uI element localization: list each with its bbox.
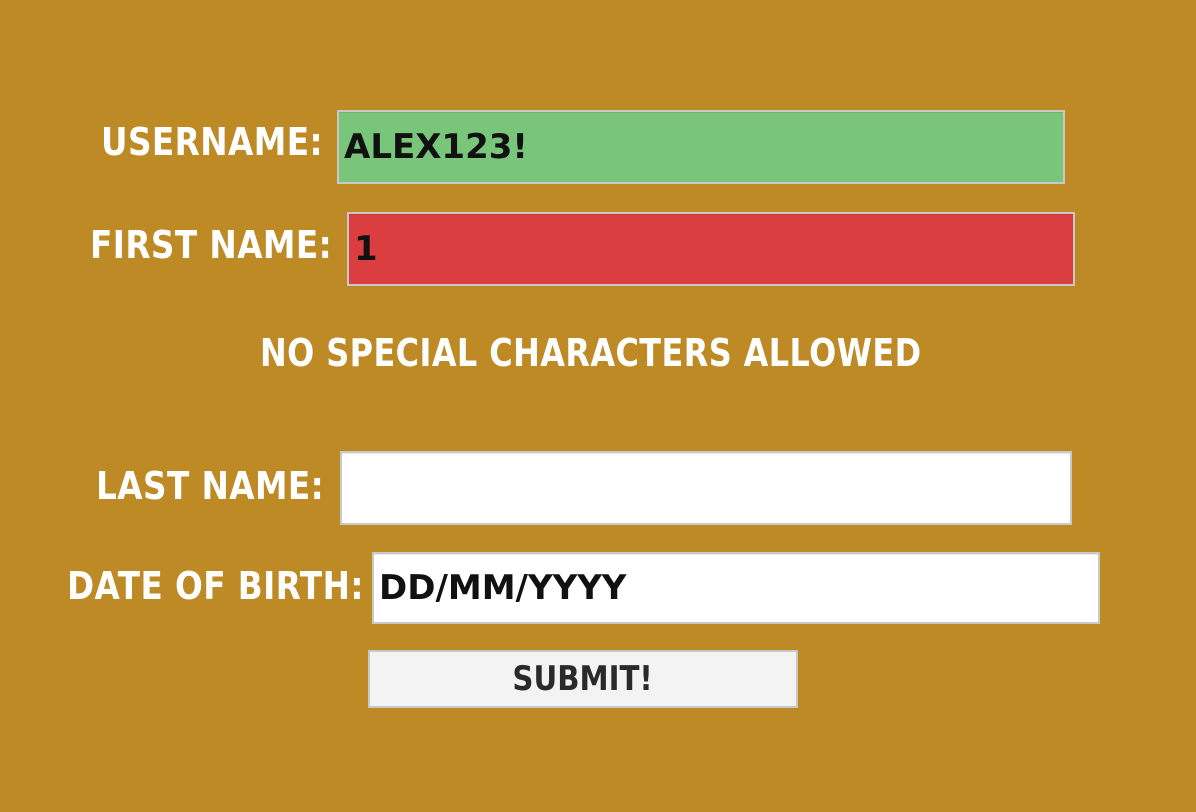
last-name-field[interactable]	[340, 451, 1072, 525]
submit-button-label: SUBMIT!	[512, 659, 654, 699]
first-name-field[interactable]	[347, 212, 1075, 286]
first-name-error-message: NO SPECIAL CHARACTERS ALLOWED	[0, 334, 1196, 372]
submit-button[interactable]: SUBMIT!	[368, 650, 798, 708]
first-name-label: FIRST NAME:	[90, 223, 333, 267]
date-of-birth-label: DATE OF BIRTH:	[67, 564, 364, 608]
date-of-birth-field[interactable]	[372, 552, 1100, 624]
username-label: USERNAME:	[101, 120, 323, 164]
username-field[interactable]	[337, 110, 1065, 184]
error-message-text: NO SPECIAL CHARACTERS ALLOWED	[260, 331, 922, 375]
last-name-label: LAST NAME:	[96, 464, 325, 508]
